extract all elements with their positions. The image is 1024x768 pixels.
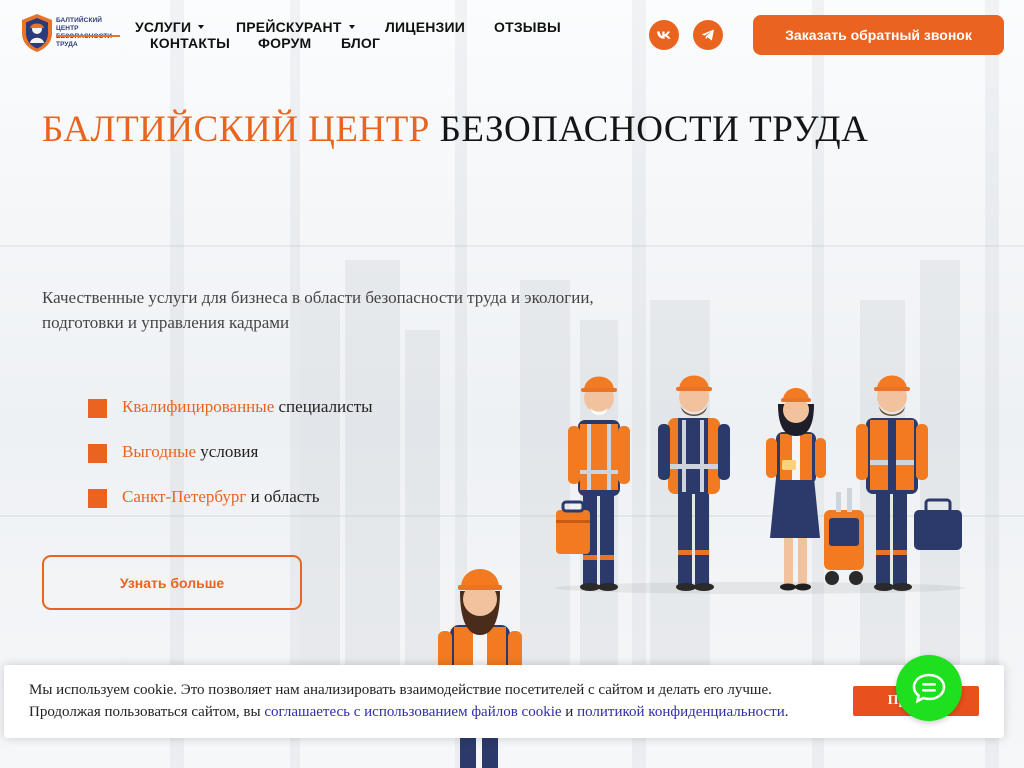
logo-text: БАЛТИЙСКИЙ ЦЕНТР БЕЗОПАСНОСТИ ТРУДА xyxy=(56,17,112,48)
nav-contacts[interactable]: Контакты xyxy=(150,35,230,51)
vk-link[interactable] xyxy=(649,20,679,50)
cookie-end: . xyxy=(784,704,789,720)
chevron-down-icon xyxy=(348,25,355,30)
worker-figure xyxy=(824,488,864,585)
cookie-conj: и xyxy=(565,704,574,720)
chat-widget-button[interactable] xyxy=(896,655,962,721)
worker-figure xyxy=(556,376,630,591)
feature-highlight: Квалифицированные xyxy=(122,397,275,416)
feature-text: и область xyxy=(250,487,320,506)
telegram-link[interactable] xyxy=(693,20,723,50)
hero-title-highlight: БАЛТИЙСКИЙ ЦЕНТР xyxy=(42,109,430,150)
site-header: БАЛТИЙСКИЙ ЦЕНТР БЕЗОПАСНОСТИ ТРУДА Услу… xyxy=(0,0,1024,70)
hero-description-line: подготовки и управления кадрами xyxy=(42,313,290,332)
feature-text: условия xyxy=(200,442,259,461)
cookie-banner: Мы используем cookie. Это позволяет нам … xyxy=(4,665,1004,738)
feature-highlight: Санкт-Петербург xyxy=(122,487,247,506)
worker-figure xyxy=(766,388,826,591)
orange-square-icon xyxy=(88,444,107,463)
hero-description: Качественные услуги для бизнеса в област… xyxy=(42,285,652,335)
nav-pricelist[interactable]: Прейскурант xyxy=(236,19,355,35)
chevron-down-icon xyxy=(198,25,205,30)
cookie-line: Мы используем cookie. Это позволяет нам … xyxy=(29,682,772,698)
shield-logo-icon xyxy=(22,14,52,52)
callback-button[interactable]: Заказать обратный звонок xyxy=(753,15,1004,55)
hero-title: БАЛТИЙСКИЙ ЦЕНТР БЕЗОПАСНОСТИ ТРУДА xyxy=(42,108,868,151)
worker-figure xyxy=(658,375,730,591)
nav-services[interactable]: Услуги xyxy=(135,19,205,35)
orange-square-icon xyxy=(88,489,107,508)
hero-description-line: Качественные услуги для бизнеса в област… xyxy=(42,288,594,307)
privacy-policy-link[interactable]: политикой конфиденциальности xyxy=(577,704,785,720)
learn-more-button[interactable]: Узнать больше xyxy=(42,555,302,610)
feature-highlight: Выгодные xyxy=(122,442,197,461)
company-logo[interactable]: БАЛТИЙСКИЙ ЦЕНТР БЕЗОПАСНОСТИ ТРУДА xyxy=(20,13,122,53)
cookie-line-prefix: Продолжая пользоваться сайтом, вы xyxy=(29,704,261,720)
cookie-policy-link[interactable]: соглашаетесь с использованием файлов coo… xyxy=(264,704,561,720)
nav-licenses[interactable]: Лицензии xyxy=(385,19,465,35)
orange-square-icon xyxy=(88,399,107,418)
worker-figure xyxy=(856,375,962,591)
nav-forum[interactable]: Форум xyxy=(258,35,311,51)
cookie-text: Мы используем cookie. Это позволяет нам … xyxy=(29,679,788,723)
nav-blog[interactable]: Блог xyxy=(341,35,380,51)
logo-divider xyxy=(56,35,120,37)
vk-icon xyxy=(657,31,671,39)
feature-text: специалисты xyxy=(278,397,373,416)
chat-bubble-icon xyxy=(912,673,946,704)
nav-pricelist-label: Прейскурант xyxy=(236,19,342,35)
nav-reviews[interactable]: Отзывы xyxy=(494,19,561,35)
hero-title-rest: БЕЗОПАСНОСТИ ТРУДА xyxy=(439,109,869,150)
cookie-line: Продолжая пользоваться сайтом, вы соглаш… xyxy=(29,701,788,723)
telegram-icon xyxy=(701,29,714,41)
workers-illustration xyxy=(555,375,965,594)
nav-services-label: Услуги xyxy=(135,19,192,35)
